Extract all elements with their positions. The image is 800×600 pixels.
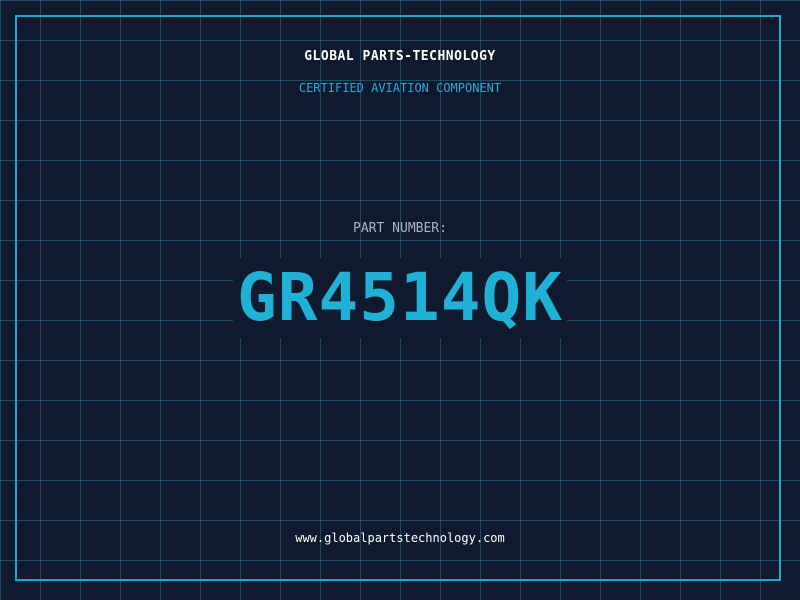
part-number-label: PART NUMBER: [353, 221, 447, 236]
company-name: GLOBAL PARTS-TECHNOLOGY [304, 49, 496, 64]
website-url: www.globalpartstechnology.com [295, 531, 505, 545]
part-label-card: GLOBAL PARTS-TECHNOLOGY CERTIFIED AVIATI… [0, 0, 800, 600]
part-number-value: GR4514QK [233, 258, 567, 338]
certification-tagline: CERTIFIED AVIATION COMPONENT [298, 81, 502, 95]
part-number-container: GR4514QK [0, 258, 800, 338]
